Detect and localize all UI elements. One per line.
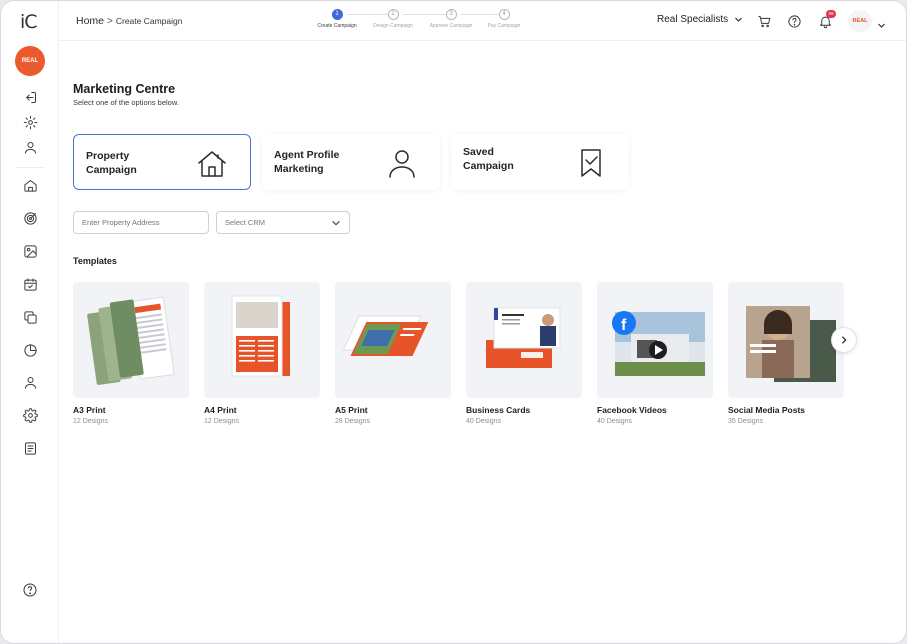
help-icon[interactable] xyxy=(20,580,40,600)
user-avatar-label: REAL xyxy=(852,18,868,24)
template-count: 12 Designs xyxy=(204,418,240,425)
template-name: A5 Print xyxy=(335,405,368,415)
step-number: 4 xyxy=(498,9,510,20)
chevron-down-icon xyxy=(878,23,885,28)
template-a3-print[interactable]: A3 Print 12 Designs xyxy=(73,282,189,425)
step-number: 3 xyxy=(445,9,457,20)
breadcrumb: Home > Create Campaign xyxy=(76,15,182,27)
brand-avatar[interactable]: REAL xyxy=(15,46,45,76)
step-approve-campaign[interactable]: 3 Approve Campaign xyxy=(426,9,476,29)
crm-select[interactable]: Select CRM xyxy=(216,211,350,234)
crm-select-value: Select CRM xyxy=(225,218,266,227)
breadcrumb-home[interactable]: Home xyxy=(76,15,104,27)
organization-select[interactable]: Real Specialists xyxy=(657,14,743,25)
chevron-down-icon xyxy=(332,220,340,226)
step-number: 2 xyxy=(387,9,399,20)
card-label: Saved Campaign xyxy=(463,146,514,172)
step-label: Pay Campaign xyxy=(487,23,521,29)
step-create-campaign[interactable]: 1 Create Campaign xyxy=(312,9,362,29)
svg-text:f: f xyxy=(621,317,627,334)
template-count: 12 Designs xyxy=(73,418,109,425)
house-icon xyxy=(196,148,228,180)
template-business-cards[interactable]: Business Cards 40 Designs xyxy=(466,282,582,425)
template-name: Facebook Videos xyxy=(597,405,667,415)
settings-icon[interactable] xyxy=(20,112,40,132)
sidebar-divider xyxy=(15,167,45,168)
app-logo: iC xyxy=(20,11,38,33)
step-label: Create Campaign xyxy=(317,23,357,29)
page-subtitle: Select one of the options below. xyxy=(73,98,179,107)
breadcrumb-current: Create Campaign xyxy=(115,16,183,26)
template-thumbnail xyxy=(466,282,582,398)
pie-chart-icon[interactable] xyxy=(20,340,40,360)
template-name: A4 Print xyxy=(204,405,237,415)
template-count: 40 Designs xyxy=(466,418,502,425)
agent-profile-marketing-card[interactable]: Agent Profile Marketing xyxy=(262,134,440,190)
image-icon[interactable] xyxy=(20,241,40,261)
cart-icon[interactable] xyxy=(755,12,773,30)
card-label: Property Campaign xyxy=(86,150,137,176)
saved-campaign-card[interactable]: Saved Campaign xyxy=(451,134,629,190)
template-count: 35 Designs xyxy=(728,418,764,425)
card-label: Agent Profile Marketing xyxy=(274,149,340,175)
organization-name: Real Specialists xyxy=(657,14,729,25)
user-icon[interactable] xyxy=(20,137,40,157)
template-facebook-videos[interactable]: f Facebook Videos 40 Designs xyxy=(597,282,713,425)
template-a5-print[interactable]: A5 Print 28 Designs xyxy=(335,282,451,425)
step-pay-campaign[interactable]: 4 Pay Campaign xyxy=(479,9,529,29)
template-thumbnail xyxy=(73,282,189,398)
page-title: Marketing Centre xyxy=(73,82,176,96)
calendar-icon[interactable] xyxy=(20,274,40,294)
template-name: A3 Print xyxy=(73,405,106,415)
gear-icon[interactable] xyxy=(20,405,40,425)
template-name: Business Cards xyxy=(466,405,531,415)
person-icon xyxy=(386,147,418,179)
user-avatar[interactable]: REAL xyxy=(848,10,872,32)
bell-icon[interactable]: 99 xyxy=(816,10,836,30)
step-label: Approve Campaign xyxy=(429,23,473,29)
step-label: Design Campaign xyxy=(373,23,413,29)
home-icon[interactable] xyxy=(20,175,40,195)
chevron-right-icon xyxy=(841,336,847,344)
bookmark-check-icon xyxy=(575,147,607,179)
document-icon[interactable] xyxy=(20,438,40,458)
property-campaign-card[interactable]: Property Campaign xyxy=(73,134,251,190)
template-social-media-posts[interactable]: Social Media Posts 35 Designs xyxy=(728,282,844,425)
campaign-steps: 1 Create Campaign 2 Design Campaign 3 Ap… xyxy=(317,9,527,35)
notification-badge: 99 xyxy=(826,10,836,18)
template-count: 28 Designs xyxy=(335,418,371,425)
template-thumbnail xyxy=(204,282,320,398)
copy-icon[interactable] xyxy=(20,307,40,327)
step-number: 1 xyxy=(331,9,343,20)
template-a4-print[interactable]: A4 Print 12 Designs xyxy=(204,282,320,425)
help-circle-icon[interactable] xyxy=(785,12,803,30)
template-thumbnail xyxy=(728,282,844,398)
template-thumbnail xyxy=(335,282,451,398)
template-name: Social Media Posts xyxy=(728,405,805,415)
template-thumbnail: f xyxy=(597,282,713,398)
breadcrumb-separator: > xyxy=(107,16,113,27)
logout-icon[interactable] xyxy=(20,87,40,107)
brand-avatar-label: REAL xyxy=(21,58,39,64)
chevron-down-icon xyxy=(735,17,743,22)
step-design-campaign[interactable]: 2 Design Campaign xyxy=(368,9,418,29)
top-header: Home > Create Campaign 1 Create Campaign 2… xyxy=(59,1,906,41)
profile-icon[interactable] xyxy=(20,372,40,392)
app-window: iC REAL Home > Create Campaign 1 Create … xyxy=(0,0,907,644)
sidebar: iC REAL xyxy=(1,1,59,643)
target-icon[interactable] xyxy=(20,208,40,228)
property-address-input[interactable] xyxy=(73,211,209,234)
templates-next-button[interactable] xyxy=(831,327,857,353)
user-menu-chevron[interactable] xyxy=(877,17,886,35)
template-count: 40 Designs xyxy=(597,418,633,425)
templates-heading: Templates xyxy=(73,256,117,266)
